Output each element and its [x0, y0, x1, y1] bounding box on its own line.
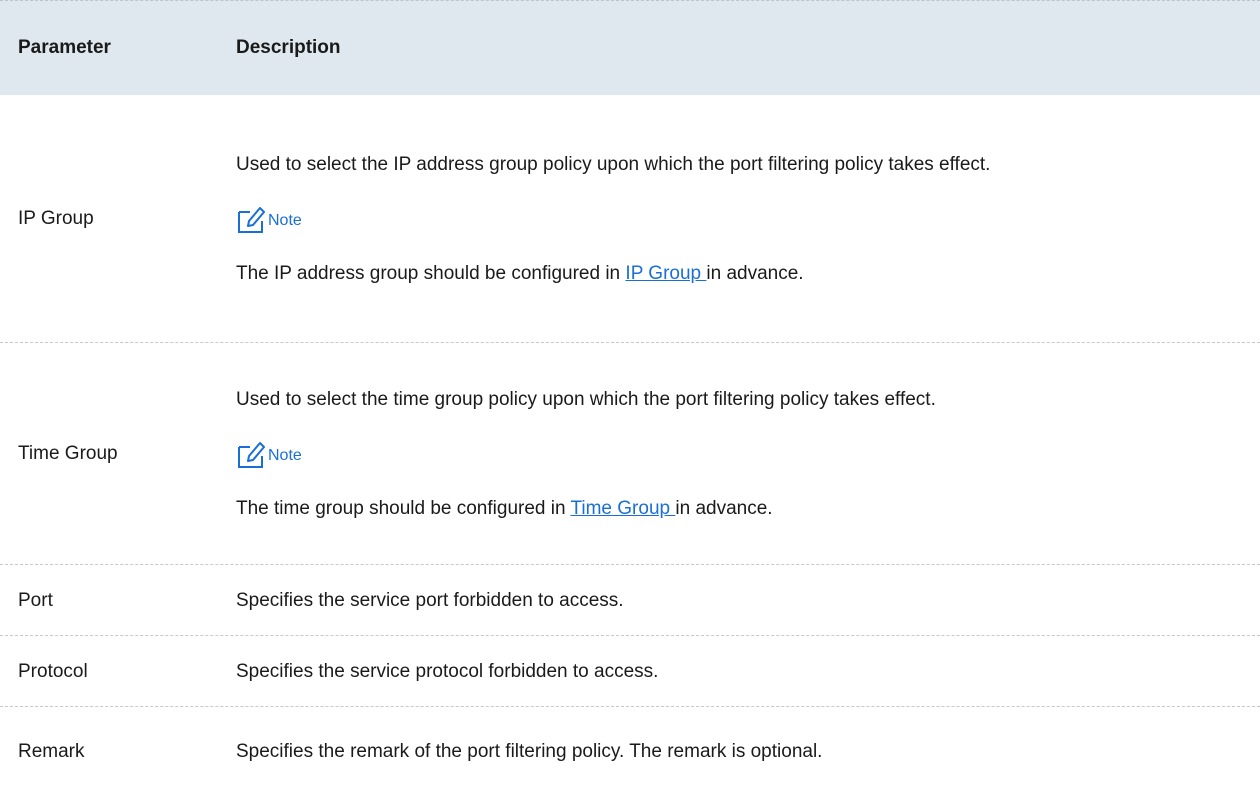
header-parameter: Parameter	[18, 37, 111, 58]
parameter-description: Specifies the service port forbidden to …	[236, 589, 624, 611]
note-callout: Note	[236, 204, 1242, 234]
description-text: Used to select the IP address group poli…	[236, 153, 991, 175]
ip-group-link[interactable]: IP Group	[625, 263, 706, 284]
note-suffix: in advance.	[706, 262, 804, 284]
note-label: Note	[268, 211, 302, 229]
parameter-description: Specifies the remark of the port filteri…	[236, 741, 823, 762]
parameter-table: Parameter Description IP Group Used to s…	[0, 0, 1260, 796]
time-group-link[interactable]: Time Group	[570, 498, 675, 519]
note-suffix: in advance.	[675, 497, 773, 519]
table-row-time-group: Time Group Used to select the time group…	[0, 343, 1260, 565]
note-text: The time group should be configured in T…	[236, 495, 1242, 522]
parameter-description: Used to select the IP address group poli…	[236, 151, 1260, 287]
table-row-port: Port Specifies the service port forbidde…	[0, 565, 1260, 636]
parameter-name: Time Group	[18, 443, 118, 464]
note-callout: Note	[236, 439, 1242, 469]
note-edit-icon	[238, 206, 265, 233]
parameter-description: Used to select the time group policy upo…	[236, 386, 1260, 522]
parameter-name: IP Group	[18, 208, 94, 229]
table-row-protocol: Protocol Specifies the service protocol …	[0, 636, 1260, 707]
header-description: Description	[236, 37, 341, 58]
table-header: Parameter Description	[0, 0, 1260, 95]
table-row-remark: Remark Specifies the remark of the port …	[0, 707, 1260, 796]
parameter-name: Protocol	[18, 660, 88, 682]
note-edit-icon	[238, 441, 265, 468]
parameter-name: Remark	[18, 741, 85, 762]
table-row-ip-group: IP Group Used to select the IP address g…	[0, 95, 1260, 343]
note-prefix: The IP address group should be configure…	[236, 262, 626, 284]
parameter-name: Port	[18, 589, 53, 611]
note-prefix: The time group should be configured in	[236, 497, 571, 519]
description-text: Used to select the time group policy upo…	[236, 388, 936, 410]
note-label: Note	[268, 446, 302, 464]
note-text: The IP address group should be configure…	[236, 260, 1242, 287]
parameter-description: Specifies the service protocol forbidden…	[236, 660, 659, 682]
